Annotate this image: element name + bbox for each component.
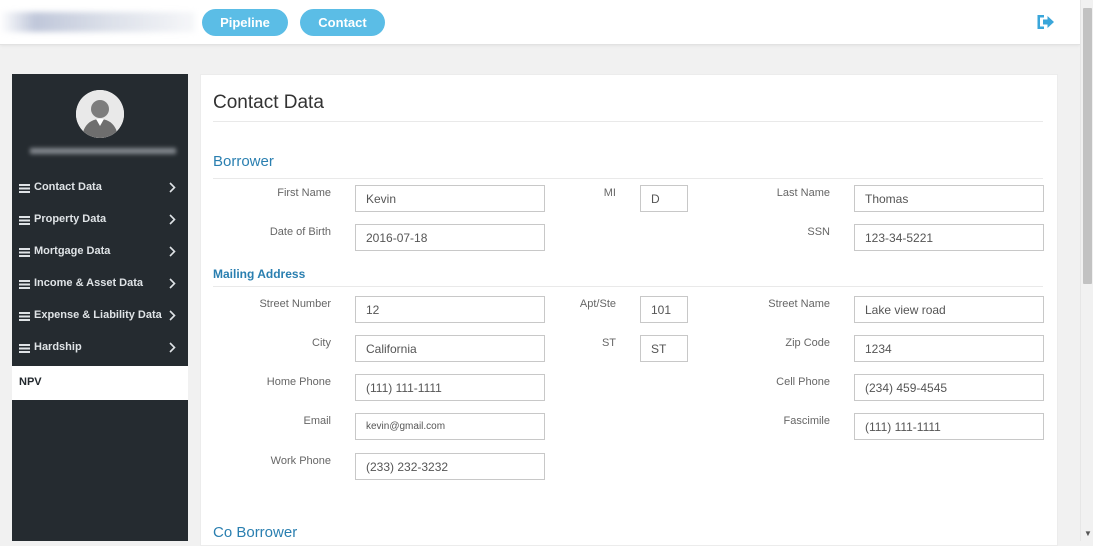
sidebar-item-mortgage-data[interactable]: Mortgage Data — [12, 236, 188, 268]
apt-ste-label: Apt/Ste — [579, 298, 616, 310]
chevron-right-icon — [169, 246, 176, 257]
contact-button[interactable]: Contact — [300, 9, 385, 36]
sidebar-item-label: Property Data — [34, 213, 107, 225]
title-divider — [213, 121, 1043, 122]
list-icon — [19, 248, 30, 257]
street-number-input[interactable] — [355, 296, 545, 323]
sidebar-item-label: Contact Data — [34, 181, 102, 193]
avatar — [76, 90, 124, 138]
first-name-label: First Name — [277, 187, 331, 199]
page-title: Contact Data — [213, 92, 324, 113]
home-phone-input[interactable] — [355, 374, 545, 401]
ssn-input[interactable] — [854, 224, 1044, 251]
co-borrower-section-title: Co Borrower — [213, 524, 298, 541]
sign-out-icon[interactable] — [1036, 13, 1055, 31]
pipeline-button[interactable]: Pipeline — [202, 9, 288, 36]
chevron-right-icon — [169, 182, 176, 193]
user-name — [30, 148, 176, 154]
first-name-input[interactable] — [355, 185, 545, 212]
mi-label: MI — [603, 187, 616, 199]
sidebar-item-npv[interactable]: NPV — [12, 366, 188, 400]
top-bar: Pipeline Contact — [0, 0, 1080, 45]
section-divider — [213, 178, 1043, 179]
sidebar-item-label: Expense & Liability Data — [34, 309, 162, 321]
sidebar-item-label: Mortgage Data — [34, 245, 111, 257]
sidebar-item-label: NPV — [19, 376, 42, 388]
borrower-section-title: Borrower — [213, 153, 274, 170]
fax-label: Fascimile — [783, 415, 830, 427]
list-icon — [19, 216, 30, 225]
last-name-input[interactable] — [854, 185, 1044, 212]
work-phone-input[interactable] — [355, 453, 545, 480]
work-phone-label: Work Phone — [270, 455, 331, 467]
sidebar-item-expense-liability-data[interactable]: Expense & Liability Data — [12, 300, 188, 332]
ssn-label: SSN — [807, 226, 830, 238]
chevron-right-icon — [169, 342, 176, 353]
st-input[interactable] — [640, 335, 688, 362]
mailing-address-title: Mailing Address — [213, 267, 306, 281]
sidebar-item-hardship[interactable]: Hardship — [12, 332, 188, 364]
list-icon — [19, 280, 30, 289]
st-label: ST — [601, 337, 616, 349]
city-input[interactable] — [355, 335, 545, 362]
chevron-right-icon — [169, 214, 176, 225]
list-icon — [19, 344, 30, 353]
dob-input[interactable] — [355, 224, 545, 251]
city-label: City — [312, 337, 331, 349]
email-label: Email — [303, 415, 331, 427]
sidebar: Contact Data Property Data Mortgage Data… — [12, 74, 188, 541]
sidebar-item-label: Income & Asset Data — [34, 277, 144, 289]
chevron-right-icon — [169, 278, 176, 289]
apt-ste-input[interactable] — [640, 296, 688, 323]
list-icon — [19, 184, 30, 193]
contact-data-panel: Contact Data Borrower First Name MI Last… — [200, 74, 1058, 546]
chevron-right-icon — [169, 310, 176, 321]
street-number-label: Street Number — [259, 298, 331, 310]
logo[interactable] — [0, 12, 195, 32]
last-name-label: Last Name — [776, 187, 830, 199]
zip-code-label: Zip Code — [785, 337, 830, 349]
street-name-input[interactable] — [854, 296, 1044, 323]
section-divider — [213, 286, 1043, 287]
scroll-down-arrow-icon[interactable]: ▼ — [1084, 530, 1092, 538]
page-scrollbar[interactable]: ▼ — [1080, 0, 1093, 541]
sidebar-item-property-data[interactable]: Property Data — [12, 204, 188, 236]
sidebar-item-contact-data[interactable]: Contact Data — [12, 172, 188, 204]
scrollbar-thumb[interactable] — [1083, 8, 1092, 284]
street-name-label: Street Name — [768, 298, 830, 310]
sidebar-item-income-asset-data[interactable]: Income & Asset Data — [12, 268, 188, 300]
list-icon — [19, 312, 30, 321]
cell-phone-label: Cell Phone — [776, 376, 830, 388]
mi-input[interactable] — [640, 185, 688, 212]
user-avatar-icon — [76, 90, 124, 138]
fax-input[interactable] — [854, 413, 1044, 440]
dob-label: Date of Birth — [269, 226, 331, 238]
cell-phone-input[interactable] — [854, 374, 1044, 401]
zip-code-input[interactable] — [854, 335, 1044, 362]
email-field[interactable] — [355, 413, 545, 440]
sidebar-item-label: Hardship — [34, 341, 82, 353]
home-phone-label: Home Phone — [266, 376, 331, 388]
